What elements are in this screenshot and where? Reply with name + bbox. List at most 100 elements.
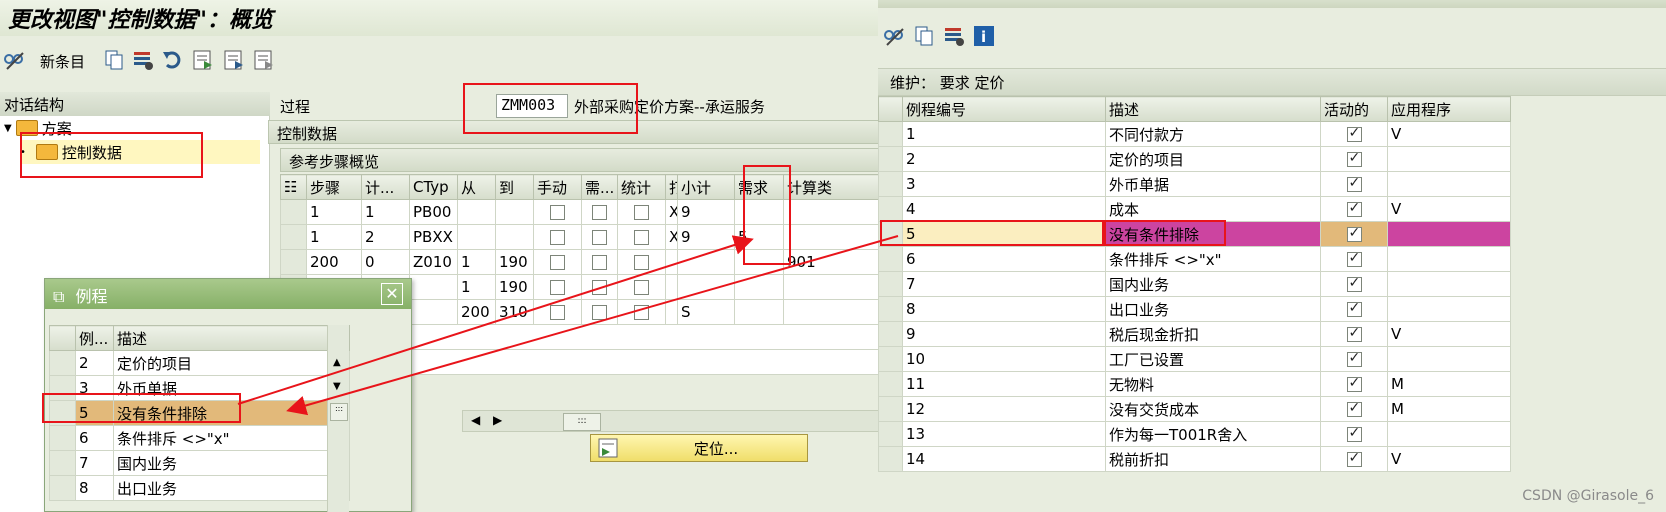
table-row[interactable]: 12没有交货成本 M	[878, 396, 1511, 422]
column-header[interactable]: 打	[665, 174, 678, 200]
active-checkbox[interactable]	[1346, 400, 1362, 417]
statistics-checkbox[interactable]	[634, 205, 649, 220]
row-selector[interactable]	[878, 296, 903, 322]
routine-description[interactable]: 无物料	[1105, 371, 1321, 397]
counter-cell[interactable]: 2	[361, 224, 410, 250]
routine-number[interactable]: 10	[902, 346, 1106, 372]
row-selector[interactable]	[878, 346, 903, 372]
statistics-checkbox[interactable]	[634, 305, 649, 320]
table-settings-icon[interactable]: ☷	[280, 174, 307, 200]
counter-cell[interactable]: 0	[361, 249, 410, 275]
active-checkbox[interactable]	[1346, 450, 1362, 467]
table-row[interactable]: 8 出口业务	[878, 296, 1511, 322]
active-checkbox[interactable]	[1346, 150, 1362, 167]
active-cell[interactable]	[1320, 221, 1388, 247]
routine-description[interactable]: 作为每一T001R舍入	[1105, 421, 1321, 447]
routine-number[interactable]: 2	[902, 146, 1106, 172]
routine-number[interactable]: 11	[902, 371, 1106, 397]
active-cell[interactable]	[1320, 321, 1388, 347]
calc-type-cell[interactable]	[783, 299, 893, 325]
routine-description[interactable]: 出口业务	[1105, 296, 1321, 322]
routine-number[interactable]: 8	[75, 475, 114, 501]
ctyp-cell[interactable]	[409, 274, 458, 300]
new-entries-button[interactable]: 新条目	[40, 51, 85, 72]
print-cell[interactable]: X	[665, 224, 678, 250]
to-cell[interactable]: 190	[495, 274, 534, 300]
ctyp-cell[interactable]: Z010	[409, 249, 458, 275]
routine-number[interactable]: 3	[902, 171, 1106, 197]
scroll-down-icon[interactable]: ▼	[333, 381, 341, 392]
to-cell[interactable]: 190	[495, 249, 534, 275]
row-selector[interactable]	[878, 171, 903, 197]
vertical-scrollbar[interactable]: ▲ ▼ :::	[327, 325, 349, 512]
row-selector[interactable]	[878, 371, 903, 397]
from-cell[interactable]: 1	[457, 249, 496, 275]
list-item[interactable]: 2 定价的项目	[49, 350, 350, 376]
active-checkbox[interactable]	[1346, 325, 1362, 342]
expand-arrow-icon[interactable]: ▼	[4, 123, 12, 134]
row-selector[interactable]	[878, 396, 903, 422]
step-cell[interactable]: 1	[306, 199, 362, 225]
application-cell[interactable]: V	[1387, 446, 1511, 472]
manual-checkbox[interactable]	[550, 205, 565, 220]
list-item[interactable]: 6 条件排斥 <>"x"	[49, 425, 350, 451]
column-header[interactable]: 计...	[361, 174, 410, 200]
table-row[interactable]: 10 工厂已设置	[878, 346, 1511, 372]
copy-icon[interactable]	[912, 24, 936, 48]
print-cell[interactable]	[665, 249, 678, 275]
active-cell[interactable]	[1320, 246, 1388, 272]
row-selector[interactable]	[878, 121, 903, 147]
to-cell[interactable]	[495, 224, 534, 250]
application-cell[interactable]	[1387, 296, 1511, 322]
counter-cell[interactable]: 1	[361, 199, 410, 225]
application-cell[interactable]	[1387, 421, 1511, 447]
routine-number[interactable]: 6	[902, 246, 1106, 272]
table-row[interactable]: 7 国内业务	[878, 271, 1511, 297]
ctyp-cell[interactable]	[409, 299, 458, 325]
row-selector[interactable]	[49, 425, 76, 451]
manual-checkbox[interactable]	[550, 255, 565, 270]
active-checkbox[interactable]	[1346, 125, 1362, 142]
statistics-checkbox[interactable]	[634, 230, 649, 245]
column-header[interactable]: 手动	[533, 174, 582, 200]
statistics-checkbox-cell[interactable]	[617, 299, 666, 325]
routine-number[interactable]: 7	[75, 450, 114, 476]
column-header[interactable]: 到	[495, 174, 534, 200]
active-checkbox[interactable]	[1346, 175, 1362, 192]
deselect-all-icon[interactable]	[252, 48, 276, 72]
column-header[interactable]: 需...	[581, 174, 618, 200]
subtotal-cell[interactable]: S	[677, 299, 735, 325]
active-checkbox[interactable]	[1346, 250, 1362, 267]
column-header[interactable]: 从	[457, 174, 496, 200]
table-row[interactable]: 13 作为每一T001R舍入	[878, 421, 1511, 447]
row-selector[interactable]	[49, 350, 76, 376]
scroll-thumb[interactable]: :::	[330, 403, 348, 421]
table-row[interactable]: 4成本 V	[878, 196, 1511, 222]
row-selector[interactable]	[49, 450, 76, 476]
active-checkbox[interactable]	[1346, 225, 1362, 242]
routine-description[interactable]: 定价的项目	[1105, 146, 1321, 172]
row-selector[interactable]	[280, 224, 307, 250]
routine-description[interactable]: 工厂已设置	[1105, 346, 1321, 372]
horizontal-scrollbar[interactable]: ◀ ▶ :::	[462, 410, 893, 432]
row-selector-header[interactable]	[878, 96, 903, 122]
column-header[interactable]: 描述	[113, 325, 350, 351]
application-cell[interactable]: V	[1387, 196, 1511, 222]
statistics-checkbox-cell[interactable]	[617, 274, 666, 300]
column-header[interactable]: 统计	[617, 174, 666, 200]
required-checkbox-cell[interactable]	[581, 249, 618, 275]
row-selector[interactable]	[280, 199, 307, 225]
undo-icon[interactable]	[160, 48, 184, 72]
active-cell[interactable]	[1320, 346, 1388, 372]
close-icon[interactable]: ✕	[381, 283, 403, 305]
application-cell[interactable]	[1387, 171, 1511, 197]
step-cell[interactable]: 200	[306, 249, 362, 275]
from-cell[interactable]	[457, 224, 496, 250]
scroll-up-icon[interactable]: ▲	[333, 357, 341, 368]
active-cell[interactable]	[1320, 296, 1388, 322]
active-checkbox[interactable]	[1346, 375, 1362, 392]
delete-icon[interactable]	[942, 24, 966, 48]
routine-description[interactable]: 定价的项目	[113, 350, 350, 376]
routine-number[interactable]: 7	[902, 271, 1106, 297]
application-cell[interactable]: M	[1387, 371, 1511, 397]
